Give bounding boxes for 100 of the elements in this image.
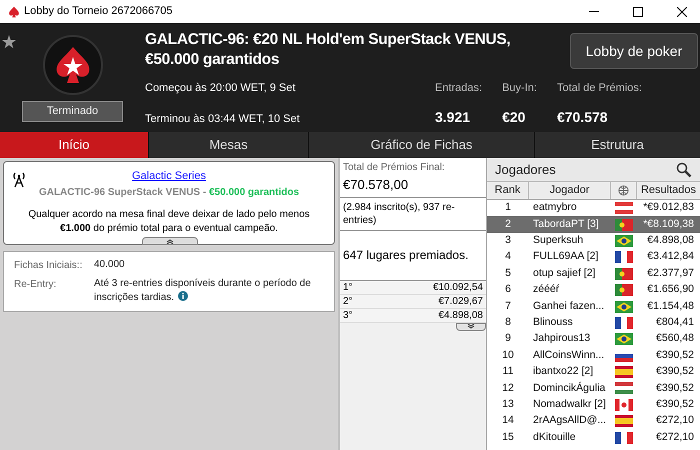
places-paid: 647 lugares premiados. <box>340 230 486 280</box>
column-header[interactable]: Resultados <box>637 182 700 199</box>
lobby-button[interactable]: Lobby de poker <box>570 33 698 69</box>
series-link[interactable]: Galactic Series <box>132 168 206 184</box>
prize-cell: €10.092,54 <box>432 280 483 294</box>
result-cell-text: €390,52 <box>655 348 695 363</box>
stat-label: Entradas: <box>435 81 482 96</box>
player-name: otup sajief [2] <box>532 266 596 281</box>
flag-icon <box>615 202 633 214</box>
player-row[interactable]: 7 Ganhei fazen... €1.154,48 <box>487 298 700 315</box>
favorite-star-icon[interactable] <box>2 35 16 49</box>
detail-label: Fichas Iniciais:: <box>14 259 84 273</box>
player-row[interactable]: 12 DomincikÁgulia €390,52 <box>487 380 700 397</box>
player-row[interactable]: 6 zéééŕ €1.656,90 <box>487 282 700 298</box>
result-cell-text: €390,52 <box>655 380 695 396</box>
player-name: zéééŕ <box>532 282 560 298</box>
result-cell-text: €2.377,97 <box>646 266 695 281</box>
prize-cell: €7.029,67 <box>438 294 483 308</box>
place-cell: 3° <box>343 308 353 322</box>
place-cell: 1° <box>343 280 353 294</box>
player-row[interactable]: 4 FULL69AA [2] €3.412,84 <box>487 249 700 266</box>
event-subtitle: GALACTIC-96 SuperStack VENUS - €50.000 garantidos <box>38 186 300 200</box>
rank-cell-text: 13 <box>501 397 515 412</box>
stat-value: 3.921 <box>435 108 472 126</box>
player-name: AllCoinsWinn... <box>532 348 606 363</box>
player-name: DomincikÁgulia <box>532 380 606 396</box>
player-name: 2rAAgsAllD@... <box>532 413 608 428</box>
player-row[interactable]: 9 Jahpirous13 €560,48 <box>487 331 700 348</box>
flag-icon <box>615 398 633 411</box>
double-chevron-down-icon <box>467 324 475 329</box>
player-name: FULL69AA [2] <box>532 249 600 264</box>
rank-cell-text: 14 <box>501 413 515 428</box>
detail-value: 40.000 <box>94 258 125 272</box>
flag-icon <box>615 382 633 394</box>
player-name: ibantxo22 [2] <box>532 364 594 380</box>
rank-cell-text: 6 <box>504 282 512 298</box>
spade-icon <box>8 6 20 18</box>
result-cell-text: €804,41 <box>655 315 695 330</box>
flag-icon <box>615 218 633 231</box>
entries-info: (2.984 inscrito(s), 937 re-entries) <box>340 198 486 230</box>
player-name: Jahpirous13 <box>532 331 592 346</box>
rank-cell-text: 8 <box>504 315 512 330</box>
result-cell-text: €4.898,08 <box>646 233 695 248</box>
rank-cell-text: 5 <box>504 266 512 281</box>
rank-cell-text: 4 <box>504 249 512 264</box>
player-name: Ganhei fazen... <box>532 298 606 314</box>
search-icon[interactable] <box>676 162 692 178</box>
flag-icon <box>615 300 633 313</box>
double-chevron-up-icon <box>166 238 174 244</box>
rank-cell-text: 1 <box>504 200 512 216</box>
info-icon[interactable] <box>178 291 188 301</box>
rank-cell-text: 3 <box>504 233 512 248</box>
antenna-icon <box>12 172 26 188</box>
flag-icon <box>615 234 633 247</box>
flag-icon <box>615 251 633 264</box>
player-row[interactable]: 14 2rAAgsAllD@... €272,10 <box>487 413 700 430</box>
result-cell-text: €272,10 <box>655 430 695 445</box>
flag-icon <box>615 284 633 296</box>
player-row[interactable]: 5 otup sajief [2] €2.377,97 <box>487 266 700 282</box>
collapse-button[interactable] <box>142 237 198 245</box>
detail-value: Até 3 re-entries disponíveis durante o período de inscrições tardias. <box>94 277 312 305</box>
player-row[interactable]: 8 Blinouss €804,41 <box>487 314 700 332</box>
flag-icon <box>615 316 633 329</box>
player-name: Superksuh <box>532 233 584 248</box>
rank-cell-text: 7 <box>504 298 512 314</box>
player-row[interactable]: 11 ibantxo22 [2] €390,52 <box>487 364 700 380</box>
column-header[interactable]: Jogador <box>529 182 611 199</box>
globe-icon[interactable] <box>618 185 629 196</box>
result-cell-text: €3.412,84 <box>646 249 695 264</box>
flag-icon <box>615 268 633 280</box>
result-cell-text: *€9.012,83 <box>642 200 695 216</box>
player-row[interactable]: 13 Nomadwalkr [2] €390,52 <box>487 396 700 414</box>
column-header[interactable]: Rank <box>487 182 529 199</box>
tab[interactable]: Gráfico de Fichas <box>309 132 534 158</box>
tab[interactable]: Mesas <box>149 132 308 158</box>
start-time: Começou às 20:00 WET, 9 Set <box>145 81 296 96</box>
tournament-title: GALACTIC-96: €20 NL Hold'em SuperStack VENUS, €50.000 garantidos <box>145 30 512 70</box>
player-name: Nomadwalkr [2] <box>532 397 607 412</box>
close-icon[interactable] <box>677 6 687 16</box>
end-time: Terminou às 03:44 WET, 10 Set <box>145 112 301 126</box>
player-row[interactable]: 10 AllCoinsWinn... €390,52 <box>487 348 700 364</box>
player-row[interactable]: 1 eatmybro *€9.012,83 <box>487 200 700 216</box>
prize-cell: €4.898,08 <box>438 308 483 322</box>
player-row[interactable]: 15 dKitouille €272,10 <box>487 429 700 446</box>
prize-total: €70.578,00 <box>343 176 410 194</box>
maximize-icon[interactable] <box>633 6 643 16</box>
players-title: Jogadores <box>495 160 556 179</box>
flag-icon <box>615 415 633 428</box>
player-row[interactable]: 2 TabordaPT [3] *€8.109,38 <box>487 216 700 233</box>
player-name: dKitouille <box>532 430 577 445</box>
result-cell-text: *€8.109,38 <box>642 216 695 232</box>
stat-label: Total de Prémios: <box>556 81 642 96</box>
tab[interactable]: Estrutura <box>535 132 700 158</box>
player-row[interactable]: 3 Superksuh €4.898,08 <box>487 232 700 250</box>
stat-value: €70.578 <box>556 108 609 126</box>
result-cell-text: €560,48 <box>655 331 695 346</box>
tab[interactable]: Início <box>0 132 148 158</box>
rank-cell-text: 2 <box>504 216 512 232</box>
status-ribbon: Terminado <box>22 101 124 122</box>
detail-label: Re-Entry: <box>14 278 58 292</box>
